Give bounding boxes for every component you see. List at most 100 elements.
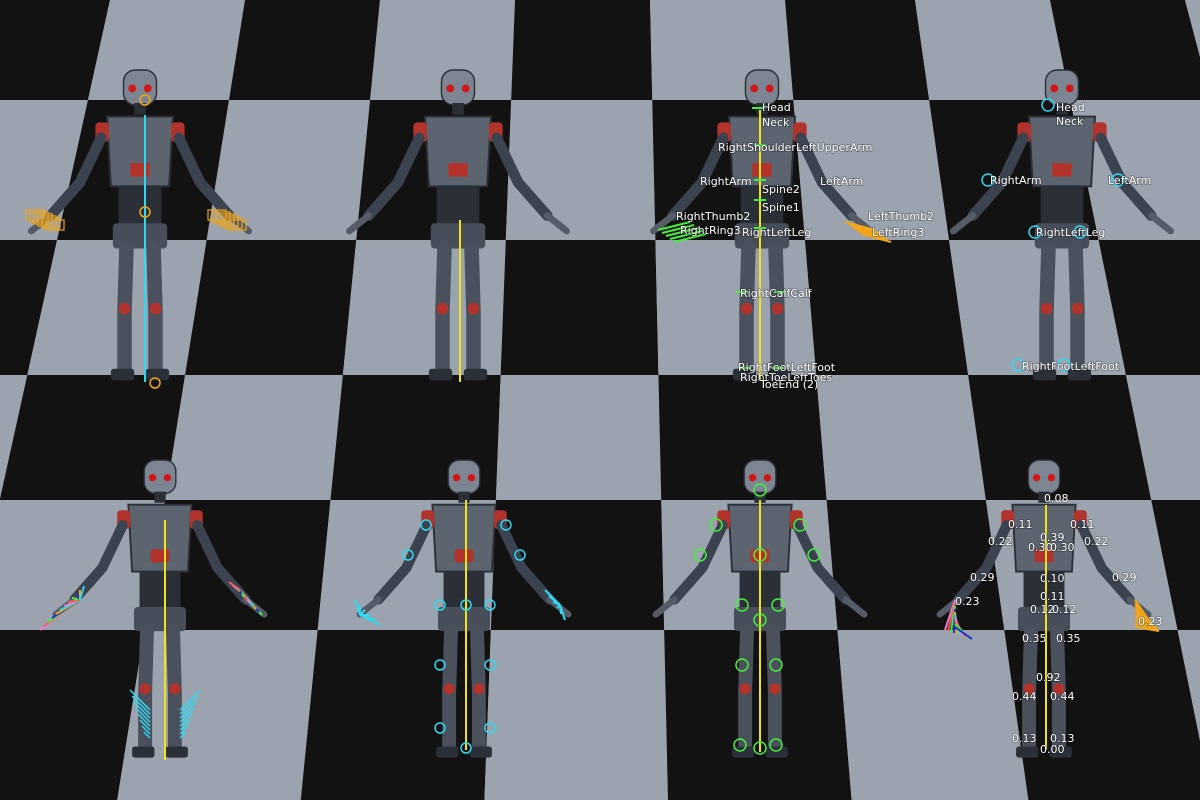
floor-tile xyxy=(804,240,969,375)
scene-viewport[interactable]: Head Neck RightShoulderLeftUpperArm RightAr… xyxy=(0,0,1200,800)
robot-eye xyxy=(452,473,461,482)
robot-foot xyxy=(436,746,459,758)
bone-label-head: Head xyxy=(1056,101,1085,114)
floor-tile xyxy=(949,240,1126,375)
robot-head xyxy=(1027,459,1061,495)
floor-tile xyxy=(165,375,343,500)
floor-tile xyxy=(342,240,506,375)
robot-knee xyxy=(739,683,751,695)
bone-label-right-ring: RightRing3 xyxy=(680,224,741,237)
robot-eye xyxy=(1065,84,1074,93)
robot-chest-plate xyxy=(448,163,468,177)
robot-head xyxy=(440,69,476,106)
weight-value-thigh-l: 0.35 xyxy=(1022,632,1047,645)
weight-value-forearm-r: 0.29 xyxy=(1112,571,1137,584)
bone-label-legs: RightLeftLeg xyxy=(1036,226,1105,239)
robot-head xyxy=(447,459,481,495)
robot-knee xyxy=(771,302,784,315)
bone-label-legs: RightLeftLeg xyxy=(742,226,811,239)
robot-abdomen xyxy=(139,571,181,609)
bone-label-left-arm: LeftArm xyxy=(820,175,863,188)
weight-value-upper-arm_r: 0.22 xyxy=(1084,535,1109,548)
floor-tile xyxy=(484,630,668,800)
robot-chest-plate xyxy=(1052,163,1072,177)
weight-value-toe: 0.00 xyxy=(1040,743,1065,756)
robot-foot xyxy=(463,368,488,381)
robot-chest-plate xyxy=(454,549,474,563)
floor-tile xyxy=(658,375,827,500)
robot-head xyxy=(743,459,777,495)
robot-knee xyxy=(1071,302,1084,315)
floor-tile xyxy=(229,0,381,100)
robot-knee xyxy=(169,683,181,695)
robot-eye xyxy=(143,84,152,93)
robot-knee xyxy=(1040,302,1053,315)
weight-value-calf-r: 0.44 xyxy=(1050,690,1075,703)
weight-value-hand-l: 0.23 xyxy=(955,595,980,608)
robot-chest-plate xyxy=(752,163,772,177)
robot-eye xyxy=(763,473,772,482)
bone-label-toe-end: ToeEnd (2) xyxy=(759,378,818,391)
bone-label-shoulders: RightShoulderLeftUpperArm xyxy=(718,141,873,154)
floor-tile xyxy=(500,240,659,375)
weight-value-head: 0.08 xyxy=(1044,492,1069,505)
robot-foot xyxy=(765,746,788,758)
bone-label-neck: Neck xyxy=(1056,115,1084,128)
robot-eye xyxy=(750,84,759,93)
robot-knee xyxy=(740,302,753,315)
bone-label-calves: RightCalfCalf xyxy=(740,287,813,300)
floor-tile xyxy=(826,500,1005,630)
robot-eye xyxy=(1047,473,1056,482)
bone-label-right-thumb: RightThumb2 xyxy=(676,210,750,223)
bone-label-spine2: Spine2 xyxy=(762,183,800,196)
robot-eye xyxy=(163,473,172,482)
robot-eye xyxy=(446,84,455,93)
robot-neck xyxy=(154,491,166,503)
weight-value-thigh-r: 0.35 xyxy=(1056,632,1081,645)
bone-label-left-thumb: LeftThumb2 xyxy=(868,210,934,223)
robot-foot xyxy=(110,368,135,381)
robot-knee xyxy=(436,302,449,315)
weight-value-spine: 0.10 xyxy=(1040,572,1065,585)
weight-value-hips: 0.11 xyxy=(1040,590,1065,603)
robot-knee xyxy=(467,302,480,315)
robot-eye xyxy=(765,84,774,93)
robot-knee xyxy=(443,683,455,695)
bone-label-right-arm: RightArm xyxy=(990,174,1042,187)
weight-value-knee: 0.92 xyxy=(1036,671,1061,684)
robot-neck xyxy=(458,491,470,503)
bone-label-right-arm: RightArm xyxy=(700,175,752,188)
robot-chest-plate xyxy=(150,549,170,563)
weight-value-forearm-l: 0.29 xyxy=(970,571,995,584)
floor-tile xyxy=(27,240,207,375)
robot-eye xyxy=(1032,473,1041,482)
weight-value-shoulder-l: 0.11 xyxy=(1008,518,1033,531)
floor-tile xyxy=(785,0,930,100)
robot-knee xyxy=(473,683,485,695)
bone-label-left-ring: LeftRing3 xyxy=(872,226,924,239)
bone-label-left-arm: LeftArm xyxy=(1108,174,1151,187)
bone-label-feet: RightFootLeftFoot xyxy=(1022,360,1120,373)
floor-tile xyxy=(505,100,656,240)
weight-value-upper-arm_l: 0.22 xyxy=(988,535,1013,548)
robot-eye xyxy=(748,473,757,482)
robot-eye xyxy=(128,84,137,93)
robot-foot xyxy=(469,746,492,758)
checkered-floor: HeadNeck RightShoulderLeftUpperArm RightAr… xyxy=(0,0,1200,800)
robot-foot xyxy=(165,746,188,758)
bone-label-spine1: Spine1 xyxy=(762,201,800,214)
floor-tile xyxy=(664,630,852,800)
robot-knee xyxy=(149,302,162,315)
floor-tile xyxy=(495,375,662,500)
floor-tile xyxy=(185,240,357,375)
robot-abdomen xyxy=(443,571,485,609)
weight-value-foot-l: 0.13 xyxy=(1012,732,1037,745)
weight-value-calf-l: 0.44 xyxy=(1012,690,1037,703)
robot-head xyxy=(143,459,177,495)
floor-tile xyxy=(816,375,986,500)
robot-knee xyxy=(769,683,781,695)
weight-value-chest-l: 0.30 xyxy=(1028,541,1053,554)
robot-abdomen xyxy=(436,186,480,226)
robot-foot xyxy=(428,368,453,381)
floor-tile xyxy=(511,0,653,100)
